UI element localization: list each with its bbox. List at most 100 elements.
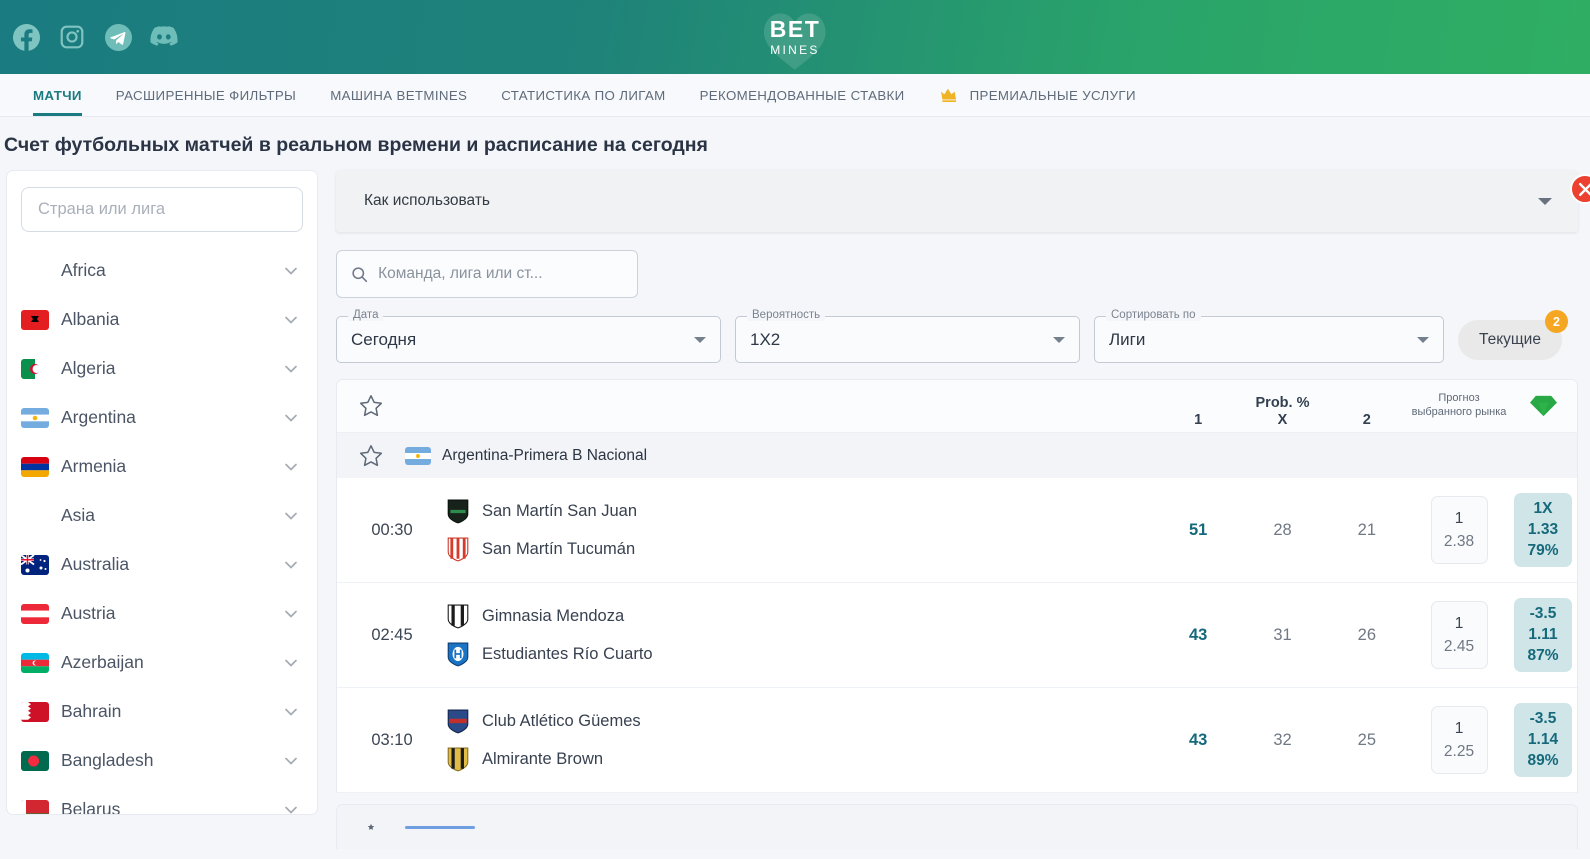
sortby-filter-value: Лиги (1109, 329, 1146, 349)
tab-recommended-bets-label: РЕКОМЕНДОВАННЫЕ СТАВКИ (699, 87, 905, 103)
sidebar-item-africa[interactable]: Africa (7, 246, 317, 295)
favorites-column-header[interactable] (337, 380, 405, 432)
match-time: 03:10 (371, 730, 413, 749)
match-search-input[interactable] (378, 265, 623, 283)
flag-bh-icon (21, 701, 49, 722)
team-crest-icon (447, 747, 469, 771)
flag-az-icon (21, 652, 49, 673)
flag-at-icon (21, 603, 49, 624)
team-name: San Martín Tucumán (482, 539, 636, 558)
league-favorite-toggle[interactable] (337, 443, 405, 469)
sidebar-item-albania[interactable]: Albania (7, 295, 317, 344)
odds-value: 2.38 (1443, 532, 1475, 550)
probability-filter-select[interactable]: Вероятность 1X2 (735, 309, 1080, 363)
team-name: Almirante Brown (482, 749, 604, 768)
chevron-down-icon[interactable] (1538, 197, 1552, 205)
sidebar-item-azerbaijan[interactable]: Azerbaijan (7, 638, 317, 687)
tab-matches-label: МАТЧИ (33, 87, 82, 103)
match-search-wrapper[interactable] (336, 250, 638, 298)
sidebar-search-wrapper[interactable] (21, 187, 303, 232)
forecast-column-header: Прогноз выбранного рынка (1411, 392, 1507, 418)
chevron-down-icon[interactable] (1417, 336, 1429, 343)
next-league-header-row[interactable] (336, 804, 1578, 849)
sidebar-item-armenia[interactable]: Armenia (7, 442, 317, 491)
home-team: Gimnasia Mendoza (447, 604, 1156, 629)
tab-league-stats-label: СТАТИСТИКА ПО ЛИГАМ (501, 87, 666, 103)
tab-premium-services[interactable]: ПРЕМИАЛЬНЫЕ УСЛУГИ (922, 74, 1153, 116)
chevron-down-icon[interactable] (283, 410, 299, 426)
tab-advanced-filters[interactable]: РАСШИРЕННЫЕ ФИЛЬТРЫ (99, 74, 313, 116)
prob-col-1-header: 1 (1194, 412, 1203, 428)
tab-betmines-machine-label: МАШИНА BETMINES (330, 87, 468, 103)
sidebar-item-bahrain[interactable]: Bahrain (7, 687, 317, 736)
discord-icon[interactable] (148, 21, 180, 53)
current-matches-button[interactable]: Текущие 2 (1458, 310, 1568, 360)
facebook-icon[interactable] (10, 21, 42, 53)
chevron-down-icon[interactable] (283, 263, 299, 279)
table-header-spacer (405, 380, 1156, 432)
tab-betmines-machine[interactable]: МАШИНА BETMINES (313, 74, 484, 116)
chevron-down-icon[interactable] (283, 606, 299, 622)
chevron-down-icon[interactable] (694, 336, 706, 343)
prediction-button[interactable]: -3.5 1.14 89% (1514, 703, 1572, 777)
sidebar-item-austria[interactable]: Austria (7, 589, 317, 638)
chevron-down-icon[interactable] (283, 312, 299, 328)
chevron-down-icon[interactable] (1053, 336, 1065, 343)
table-row[interactable]: 02:45 Gimnasia Mendoza Estudiantes Río C… (337, 583, 1577, 688)
prob-1-value: 51 (1188, 520, 1208, 539)
sidebar-item-label: Armenia (61, 456, 127, 476)
flag-am-icon (21, 456, 49, 477)
current-matches-label: Текущие (1479, 331, 1541, 348)
tab-matches[interactable]: МАТЧИ (16, 74, 99, 116)
away-team: Estudiantes Río Cuarto (447, 642, 1156, 667)
sidebar-item-label: Bahrain (61, 701, 122, 721)
chevron-down-icon[interactable] (283, 459, 299, 475)
sidebar-item-argentina[interactable]: Argentina (7, 393, 317, 442)
chevron-down-icon[interactable] (283, 361, 299, 377)
sidebar-search-input[interactable] (38, 200, 286, 219)
sidebar-item-bangladesh[interactable]: Bangladesh (7, 736, 317, 785)
instagram-icon[interactable] (56, 21, 88, 53)
table-row[interactable]: 00:30 San Martín San Juan San Martín Tuc… (337, 478, 1577, 583)
prob-2-value: 21 (1357, 520, 1376, 539)
league-favorite-toggle[interactable] (337, 823, 405, 831)
star-icon[interactable] (358, 393, 384, 419)
chevron-down-icon[interactable] (283, 557, 299, 573)
odds-button[interactable]: 1 2.25 (1430, 706, 1488, 774)
star-icon[interactable] (367, 823, 375, 831)
star-icon[interactable] (358, 443, 384, 469)
sidebar-item-label: Algeria (61, 358, 116, 378)
tab-recommended-bets[interactable]: РЕКОМЕНДОВАННЫЕ СТАВКИ (683, 74, 922, 116)
probability-filter-value: 1X2 (750, 329, 781, 349)
how-to-use-accordion[interactable]: Как использовать (336, 170, 1578, 232)
sidebar-item-asia[interactable]: Asia (7, 491, 317, 540)
sidebar-item-belarus[interactable]: Belarus (7, 785, 317, 816)
prob-x-value: 28 (1273, 520, 1292, 539)
sortby-filter-select[interactable]: Сортировать по Лиги (1094, 309, 1444, 363)
league-header-row[interactable]: Argentina-Primera B Nacional (337, 433, 1577, 478)
chevron-down-icon[interactable] (283, 655, 299, 671)
chevron-down-icon[interactable] (283, 704, 299, 720)
social-links (0, 21, 180, 53)
date-filter-select[interactable]: Дата Сегодня (336, 309, 721, 363)
odds-button[interactable]: 1 2.45 (1430, 601, 1488, 669)
logo-heart-pattern (764, 13, 826, 70)
chevron-down-icon[interactable] (283, 508, 299, 524)
table-row[interactable]: 03:10 Club Atlético Güemes Almirante Bro… (337, 688, 1577, 793)
flag-al-icon (21, 309, 49, 330)
chevron-down-icon[interactable] (283, 802, 299, 816)
odds-label: 1 (1454, 509, 1464, 527)
tab-league-stats[interactable]: СТАТИСТИКА ПО ЛИГАМ (484, 74, 682, 116)
prob-x-value: 31 (1273, 625, 1292, 644)
chevron-down-icon[interactable] (283, 753, 299, 769)
sidebar-item-australia[interactable]: Australia (7, 540, 317, 589)
brand-logo[interactable]: BET MINES (764, 13, 826, 70)
sidebar-item-algeria[interactable]: Algeria (7, 344, 317, 393)
prediction-button[interactable]: -3.5 1.11 87% (1514, 598, 1572, 672)
telegram-icon[interactable] (102, 21, 134, 53)
prediction-button[interactable]: 1X 1.33 79% (1514, 493, 1572, 567)
prob-x-value: 32 (1273, 730, 1292, 749)
odds-button[interactable]: 1 2.38 (1430, 496, 1488, 564)
prob-1-value: 43 (1188, 730, 1208, 749)
away-team: Almirante Brown (447, 747, 1156, 772)
